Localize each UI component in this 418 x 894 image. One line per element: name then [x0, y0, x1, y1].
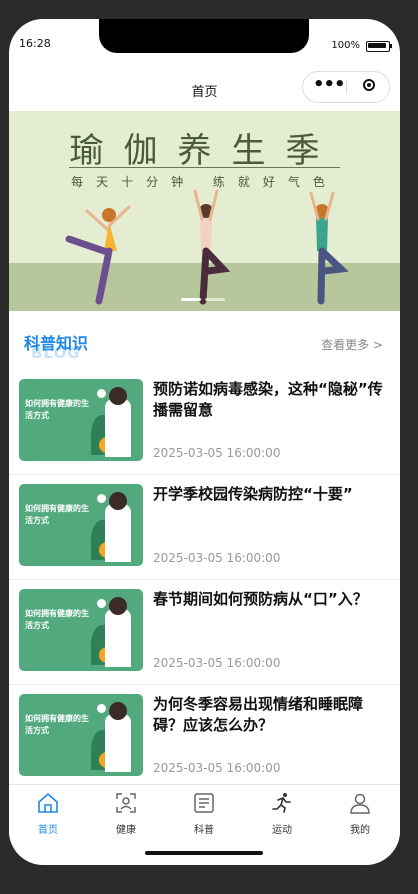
view-more-link[interactable]: 查看更多 > [321, 336, 383, 353]
running-icon [272, 793, 291, 813]
tab-bar: 首页 健康 科普 运动 我的 [9, 784, 400, 841]
doctor-figure [105, 609, 131, 667]
home-indicator [145, 851, 263, 855]
tab-sport-label: 运动 [272, 825, 292, 836]
doctor-figure [105, 399, 131, 457]
medical-cross-icon [97, 494, 106, 503]
medical-cross-icon [97, 599, 106, 608]
article-title: 为何冬季容易出现情绪和睡眠障碍？应该怎么办？ [153, 695, 364, 734]
article-item[interactable]: 如何拥有健康的生活方式 预防诺如病毒感染，这种“隐秘”传播需留意 2025-03… [9, 370, 400, 475]
tab-science-label: 科普 [194, 825, 214, 836]
banner-carousel[interactable]: 瑜伽养生季 每天十分钟 练就好气色 [9, 111, 400, 311]
carousel-dot-1[interactable] [181, 298, 201, 301]
article-list: 如何拥有健康的生活方式 预防诺如病毒感染，这种“隐秘”传播需留意 2025-03… [9, 370, 400, 790]
article-thumbnail: 如何拥有健康的生活方式 [19, 484, 143, 566]
doctor-head [109, 597, 127, 615]
tab-sport[interactable]: 运动 [243, 785, 321, 841]
article-item[interactable]: 如何拥有健康的生活方式 为何冬季容易出现情绪和睡眠障碍？应该怎么办？ 2025-… [9, 685, 400, 790]
tab-health-label: 健康 [116, 825, 136, 836]
article-date: 2025-03-05 16:00:00 [153, 551, 281, 565]
thumbnail-text: 如何拥有健康的生活方式 [25, 504, 89, 525]
phone-screen: 16:28 100% 首页 ••• 瑜伽养生季 每天十分钟 练就好气色 BLOG… [9, 19, 400, 865]
doctor-head [109, 492, 127, 510]
face-scan-icon [116, 793, 136, 813]
article-date: 2025-03-05 16:00:00 [153, 446, 281, 460]
home-icon [38, 792, 58, 813]
yoga-illustration [65, 189, 349, 305]
thumbnail-text: 如何拥有健康的生活方式 [25, 399, 89, 420]
article-thumbnail: 如何拥有健康的生活方式 [19, 589, 143, 671]
battery-icon [366, 41, 392, 52]
yoga-figure-2-torso [200, 218, 212, 251]
medical-cross-icon [97, 389, 106, 398]
tab-health[interactable]: 健康 [87, 785, 165, 841]
carousel-dot-2[interactable] [205, 298, 225, 301]
nav-bar: 首页 ••• [9, 69, 400, 111]
article-title: 开学季校园传染病防控“十要” [153, 485, 353, 503]
doctor-head [109, 387, 127, 405]
tab-home[interactable]: 首页 [9, 785, 87, 841]
doctor-figure [105, 714, 131, 772]
article-date: 2025-03-05 16:00:00 [153, 656, 281, 670]
newspaper-icon [194, 793, 214, 813]
article-item[interactable]: 如何拥有健康的生活方式 开学季校园传染病防控“十要” 2025-03-05 16… [9, 475, 400, 580]
doctor-figure [105, 504, 131, 562]
yoga-figure-2-legs [199, 247, 231, 305]
yoga-figure-3-legs [317, 247, 349, 305]
article-item[interactable]: 如何拥有健康的生活方式 春节期间如何预防病从“口”入？ 2025-03-05 1… [9, 580, 400, 685]
close-miniprogram-icon[interactable] [363, 79, 375, 91]
article-thumbnail: 如何拥有健康的生活方式 [19, 379, 143, 461]
yoga-figure-3-torso [316, 218, 328, 251]
tab-science[interactable]: 科普 [165, 785, 243, 841]
section-header: BLOG 科普知识 查看更多 > [9, 324, 400, 364]
capsule-divider [346, 80, 347, 94]
tab-home-label: 首页 [38, 825, 58, 836]
user-icon [350, 793, 370, 814]
carousel-indicator[interactable] [181, 298, 225, 301]
article-title: 春节期间如何预防病从“口”入？ [153, 590, 368, 608]
yoga-figure-1-legs [65, 235, 113, 305]
medical-cross-icon [97, 704, 106, 713]
thumbnail-text: 如何拥有健康的生活方式 [25, 609, 89, 630]
article-thumbnail: 如何拥有健康的生活方式 [19, 694, 143, 776]
mini-program-capsule[interactable]: ••• [302, 71, 390, 103]
more-menu-icon[interactable]: ••• [313, 76, 346, 94]
thumbnail-text: 如何拥有健康的生活方式 [25, 714, 89, 735]
article-date: 2025-03-05 16:00:00 [153, 761, 281, 775]
section-title: 科普知识 [24, 334, 89, 353]
article-title: 预防诺如病毒感染，这种“隐秘”传播需留意 [153, 380, 383, 419]
camera-notch [99, 19, 309, 53]
tab-mine[interactable]: 我的 [321, 785, 399, 841]
battery-percent: 100% [331, 40, 360, 51]
doctor-head [109, 702, 127, 720]
tab-mine-label: 我的 [350, 825, 370, 836]
status-time: 16:28 [19, 37, 51, 50]
